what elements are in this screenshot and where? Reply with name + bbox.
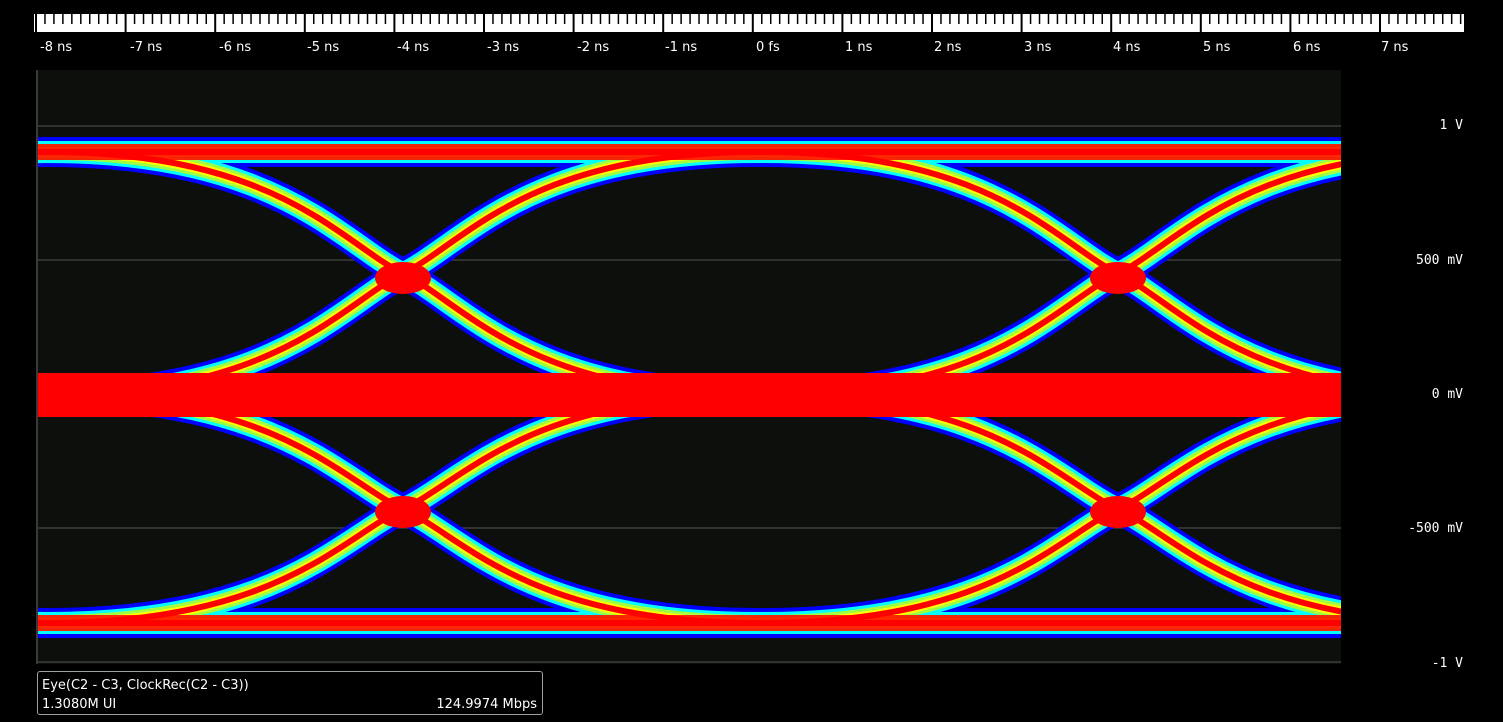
- eye-persistence-trace: [38, 125, 1341, 663]
- zero-level-band: [38, 373, 1341, 417]
- time-tick-label: 6 ns: [1293, 40, 1321, 55]
- eye-trace-band: [38, 387, 61, 404]
- time-tick-label: 0 fs: [756, 40, 780, 55]
- time-tick-label: 5 ns: [1203, 40, 1231, 55]
- eye-info-box[interactable]: Eye(C2 - C3, ClockRec(C2 - C3)) 1.3080M …: [37, 671, 543, 715]
- eye-trace-band: [38, 380, 68, 411]
- eye-trace-band: [38, 383, 64, 406]
- eye-trace-band: [38, 386, 61, 403]
- eye-trace-band: [38, 141, 64, 164]
- time-tick-label: -5 ns: [307, 40, 340, 55]
- ruler-ticks: [34, 14, 1464, 32]
- eye-trace-band: [38, 614, 61, 631]
- eye-trace-band: [38, 607, 68, 638]
- voltage-label-neg1v: -1 V: [1431, 656, 1463, 671]
- bit-rate: 124.9974 Mbps: [436, 697, 537, 712]
- eye-trace-band: [38, 389, 58, 400]
- time-tick-label: 7 ns: [1381, 40, 1409, 55]
- eye-trace-band: [38, 619, 56, 626]
- eye-trace-band: [38, 149, 56, 156]
- time-tick-label: 4 ns: [1113, 40, 1141, 55]
- eye-trace-band: [38, 392, 56, 399]
- crossing-hotspot: [375, 262, 431, 294]
- ruler-tick-marks: [35, 14, 1462, 32]
- eye-trace-band: [38, 617, 58, 628]
- eye-trace-band: [38, 390, 58, 401]
- eye-trace-band: [38, 391, 56, 398]
- eye-trace-band: [38, 379, 68, 410]
- time-tick-label: -6 ns: [219, 40, 252, 55]
- time-tick-label: -4 ns: [397, 40, 430, 55]
- eye-diagram-plot[interactable]: [36, 70, 1341, 664]
- time-tick-label: 2 ns: [934, 40, 962, 55]
- crossing-hotspot: [1090, 496, 1146, 528]
- voltage-label-1v: 1 V: [1439, 118, 1463, 133]
- time-tick-label: -2 ns: [577, 40, 610, 55]
- low-level-band: [38, 615, 1341, 631]
- time-tick-label: -7 ns: [130, 40, 163, 55]
- time-tick-label: -3 ns: [487, 40, 520, 55]
- crossing-hotspot: [1090, 262, 1146, 294]
- time-ruler[interactable]: -8 ns -7 ns -6 ns -5 ns -4 ns -3 ns -2 n…: [34, 14, 1464, 64]
- eye-trace-band: [38, 147, 58, 158]
- voltage-label-neg500mv: -500 mV: [1408, 521, 1463, 536]
- eye-trace-band: [38, 384, 64, 407]
- crossing-hotspot: [375, 496, 431, 528]
- time-tick-label: -8 ns: [40, 40, 73, 55]
- time-tick-label: 3 ns: [1024, 40, 1052, 55]
- eye-trace-band: [38, 137, 68, 168]
- ui-count: 1.3080M UI: [42, 697, 117, 712]
- time-tick-label: -1 ns: [665, 40, 698, 55]
- voltage-label-500mv: 500 mV: [1416, 253, 1463, 268]
- eye-trace-band: [38, 144, 61, 161]
- eye-source-title: Eye(C2 - C3, ClockRec(C2 - C3)): [42, 678, 249, 693]
- eye-trace-band: [38, 611, 64, 634]
- high-level-band: [38, 144, 1341, 160]
- time-tick-label: 1 ns: [845, 40, 873, 55]
- voltage-label-0mv: 0 mV: [1431, 387, 1463, 402]
